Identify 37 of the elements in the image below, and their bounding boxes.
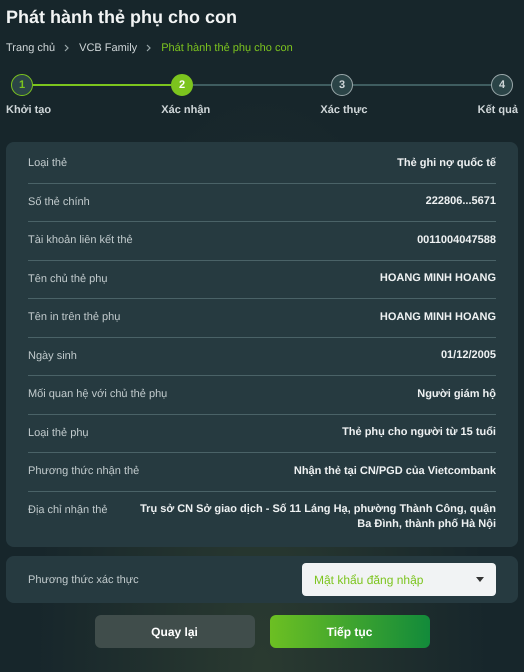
field-value: 0011004047588 xyxy=(417,232,496,248)
field-value: HOANG MINH HOANG xyxy=(380,310,496,324)
step-number: 4 xyxy=(491,74,513,96)
breadcrumb-link[interactable]: Trang chủ xyxy=(6,42,56,54)
step-label: Kết quả xyxy=(478,104,518,116)
field-label: Mối quan hệ với chủ thẻ phụ xyxy=(28,387,168,401)
field-label: Phương thức xác thực xyxy=(28,572,139,586)
field-value: Thẻ phụ cho người từ 15 tuổi xyxy=(342,425,496,440)
step-label: Khởi tạo xyxy=(6,104,52,116)
chevron-icon xyxy=(146,44,152,52)
field-label: Tài khoản liên kết thẻ xyxy=(28,233,133,247)
field-label: Ngày sinh xyxy=(28,348,77,362)
field-label: Loại thẻ phụ xyxy=(28,426,89,440)
breadcrumb-link[interactable]: Phát hành thẻ phụ cho con xyxy=(161,42,293,54)
back-button[interactable]: Quay lại xyxy=(94,615,254,648)
chevron-icon xyxy=(64,44,70,52)
field-value: 222806...5671 xyxy=(426,194,496,209)
field-value: Người giám hộ xyxy=(417,386,496,402)
field-value: HOANG MINH HOANG xyxy=(380,271,496,286)
field-label: Tên chủ thẻ phụ xyxy=(28,272,108,286)
step-label: Xác thực xyxy=(320,104,368,116)
field-value: Thẻ ghi nợ quốc tế xyxy=(397,156,496,170)
field-value: 01/12/2005 xyxy=(440,348,496,363)
field-label: Loại thẻ xyxy=(28,156,68,170)
page-title: Phát hành thẻ phụ cho con xyxy=(6,6,238,28)
field-value: Trụ sở CN Sở giao dịch - Số 11 Láng Hạ, phường Thành Công, quận Ba Đình, thành phố Hà Nội xyxy=(139,502,496,532)
step-number: 1 xyxy=(11,74,33,96)
step-label: Xác nhận xyxy=(161,104,210,116)
field-label: Địa chỉ nhận thẻ xyxy=(28,502,108,516)
field-value: Nhận thẻ tại CN/PGD của Vietcombank xyxy=(294,464,496,478)
field-label: Phương thức nhận thẻ xyxy=(28,464,140,478)
step-number: 3 xyxy=(331,74,353,96)
breadcrumb-link[interactable]: VCB Family xyxy=(79,42,138,54)
field-label: Số thẻ chính xyxy=(28,194,90,208)
dropdown-caret-icon xyxy=(476,577,484,582)
step-number: 2 xyxy=(171,74,193,96)
field-label: Tên in trên thẻ phụ xyxy=(28,310,120,324)
